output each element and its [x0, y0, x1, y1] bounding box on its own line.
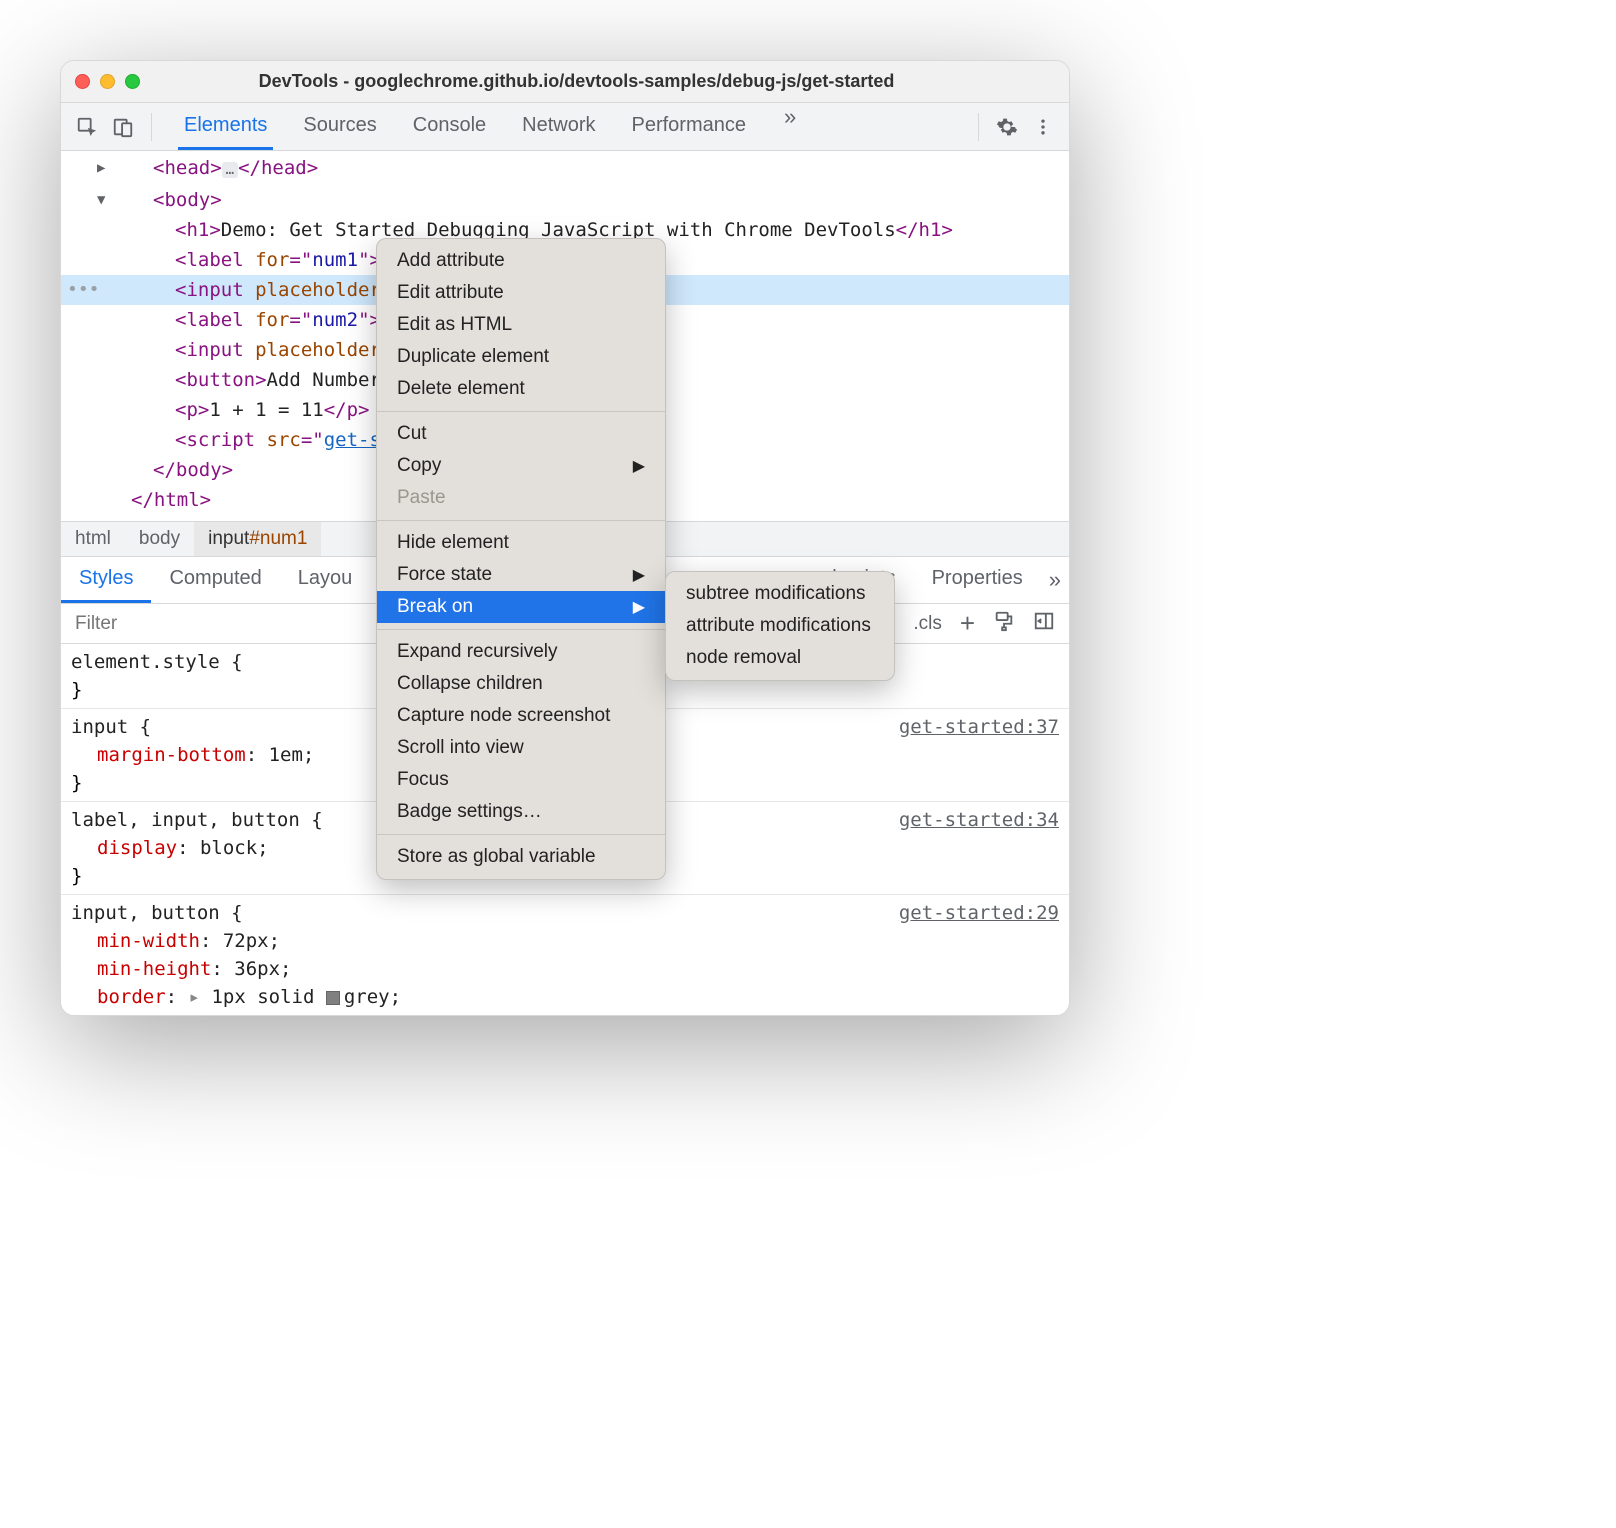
- stab-computed[interactable]: Computed: [151, 557, 279, 603]
- context-menu-item[interactable]: Expand recursively: [377, 636, 665, 668]
- more-tabs-icon[interactable]: »: [776, 104, 804, 150]
- context-menu-item: Paste: [377, 482, 665, 514]
- context-menu-item[interactable]: Collapse children: [377, 668, 665, 700]
- menu-separator: [377, 629, 665, 630]
- context-menu-item[interactable]: Break on▶: [377, 591, 665, 623]
- main-toolbar: Elements Sources Console Network Perform…: [61, 103, 1069, 151]
- context-menu-item[interactable]: Cut: [377, 418, 665, 450]
- context-submenu-item[interactable]: attribute modifications: [666, 610, 894, 642]
- submenu-arrow-icon: ▶: [633, 456, 645, 476]
- more-stabs-icon[interactable]: »: [1041, 567, 1069, 593]
- crumb-input[interactable]: input#num1: [194, 522, 321, 556]
- expand-toggle-icon[interactable]: ▶: [97, 153, 105, 183]
- css-rule[interactable]: get-started:29input, button {min-width: …: [61, 894, 1069, 1015]
- cls-toggle[interactable]: .cls: [913, 613, 942, 635]
- context-menu-item[interactable]: Edit attribute: [377, 277, 665, 309]
- crumb-html[interactable]: html: [61, 522, 125, 556]
- stab-properties[interactable]: Properties: [914, 557, 1041, 603]
- window-title: DevTools - googlechrome.github.io/devtoo…: [158, 71, 995, 92]
- main-tabs: Elements Sources Console Network Perform…: [164, 104, 966, 150]
- context-menu-item[interactable]: Add attribute: [377, 245, 665, 277]
- context-submenu-item[interactable]: subtree modifications: [666, 578, 894, 610]
- titlebar: DevTools - googlechrome.github.io/devtoo…: [61, 61, 1069, 103]
- context-submenu: subtree modificationsattribute modificat…: [665, 571, 895, 681]
- context-menu-item[interactable]: Store as global variable: [377, 841, 665, 873]
- separator: [151, 113, 152, 141]
- menu-separator: [377, 411, 665, 412]
- dom-line[interactable]: ▶<head>…</head>: [61, 153, 1069, 185]
- submenu-arrow-icon: ▶: [633, 597, 645, 617]
- context-menu-item[interactable]: Duplicate element: [377, 341, 665, 373]
- rule-source-link[interactable]: get-started:29: [899, 899, 1059, 927]
- window-traffic-lights: [75, 74, 140, 89]
- context-menu-item[interactable]: Focus: [377, 764, 665, 796]
- close-window-button[interactable]: [75, 74, 90, 89]
- inspect-element-icon[interactable]: [71, 111, 103, 143]
- context-menu-item[interactable]: Hide element: [377, 527, 665, 559]
- sidebar-toggle-icon[interactable]: [1033, 610, 1055, 638]
- dom-line[interactable]: ▼<body>: [61, 185, 1069, 215]
- context-submenu-item[interactable]: node removal: [666, 642, 894, 674]
- menu-separator: [377, 834, 665, 835]
- tab-sources[interactable]: Sources: [297, 104, 382, 150]
- ellipsis-icon[interactable]: …: [222, 162, 238, 178]
- context-menu-item[interactable]: Copy▶: [377, 450, 665, 482]
- tab-console[interactable]: Console: [407, 104, 492, 150]
- separator: [978, 113, 979, 141]
- paint-icon[interactable]: [993, 610, 1015, 638]
- menu-separator: [377, 520, 665, 521]
- context-menu-item[interactable]: Edit as HTML: [377, 309, 665, 341]
- new-rule-icon[interactable]: +: [960, 608, 975, 639]
- css-property[interactable]: min-width: 72px;: [71, 927, 1059, 955]
- context-menu-item[interactable]: Badge settings…: [377, 796, 665, 828]
- color-swatch-icon[interactable]: [326, 991, 340, 1005]
- tab-performance[interactable]: Performance: [626, 104, 753, 150]
- line-actions-icon[interactable]: •••: [67, 275, 100, 305]
- kebab-menu-icon[interactable]: [1027, 111, 1059, 143]
- devtools-window: DevTools - googlechrome.github.io/devtoo…: [60, 60, 1070, 1016]
- tab-network[interactable]: Network: [516, 104, 601, 150]
- context-menu-item[interactable]: Scroll into view: [377, 732, 665, 764]
- context-menu-item[interactable]: Force state▶: [377, 559, 665, 591]
- maximize-window-button[interactable]: [125, 74, 140, 89]
- css-property[interactable]: min-height: 36px;: [71, 955, 1059, 983]
- rule-source-link[interactable]: get-started:34: [899, 806, 1059, 834]
- minimize-window-button[interactable]: [100, 74, 115, 89]
- context-menu-item[interactable]: Capture node screenshot: [377, 700, 665, 732]
- submenu-arrow-icon: ▶: [633, 565, 645, 585]
- context-menu-item[interactable]: Delete element: [377, 373, 665, 405]
- tab-elements[interactable]: Elements: [178, 104, 273, 150]
- stab-layout[interactable]: Layou: [280, 557, 371, 603]
- css-property[interactable]: border: ▸ 1px solid grey;: [71, 983, 1059, 1011]
- context-menu: Add attributeEdit attributeEdit as HTMLD…: [376, 238, 666, 880]
- expand-toggle-icon[interactable]: ▼: [97, 185, 105, 215]
- device-toggle-icon[interactable]: [107, 111, 139, 143]
- rule-source-link[interactable]: get-started:37: [899, 713, 1059, 741]
- crumb-body[interactable]: body: [125, 522, 194, 556]
- gear-icon[interactable]: [991, 111, 1023, 143]
- stab-styles[interactable]: Styles: [61, 557, 151, 603]
